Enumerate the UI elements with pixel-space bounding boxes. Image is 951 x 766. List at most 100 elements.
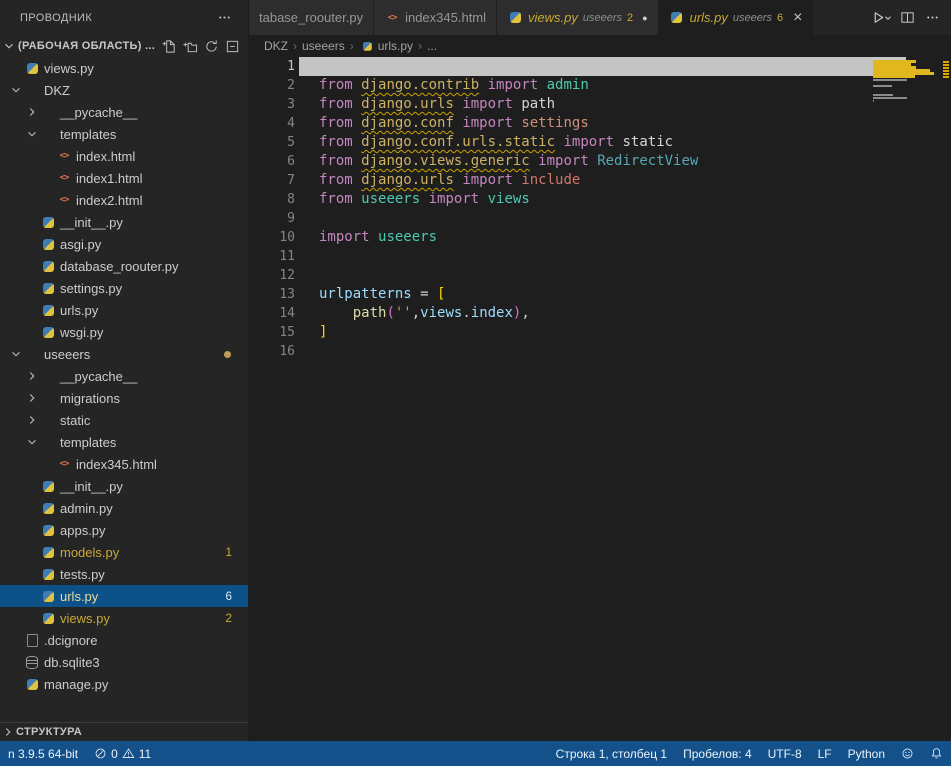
minimap[interactable]	[873, 57, 941, 105]
chevron-down-icon	[24, 434, 40, 450]
tree-item-settings.py[interactable]: settings.py	[0, 277, 248, 299]
explorer-more-actions-icon[interactable]	[214, 8, 234, 28]
code-line-15[interactable]: 15]	[249, 323, 951, 342]
tree-item-asgi.py[interactable]: asgi.py	[0, 233, 248, 255]
tab-label: views.py	[528, 10, 578, 25]
code-line-2[interactable]: 2from django.contrib import admin	[249, 76, 951, 95]
status-problems[interactable]: 011	[86, 741, 159, 766]
tree-item-urls.py[interactable]: urls.py6	[0, 585, 248, 607]
more-editor-actions-icon[interactable]	[921, 7, 943, 29]
html-file-icon: <>	[384, 10, 400, 26]
breadcrumb-item[interactable]: DKZ	[264, 39, 288, 53]
tree-item-DKZ[interactable]: DKZ	[0, 79, 248, 101]
twistie-slot	[24, 236, 40, 252]
folder-icon-slot	[40, 412, 56, 428]
tree-item-__pycache__[interactable]: __pycache__	[0, 101, 248, 123]
status-feedback-icon[interactable]	[893, 741, 922, 766]
tab-label: urls.py	[690, 10, 728, 25]
tree-item-useeers[interactable]: useeers	[0, 343, 248, 365]
file-label: manage.py	[44, 677, 108, 692]
tab-urls.py[interactable]: urls.pyuseeers6×	[659, 0, 814, 35]
twistie-slot	[24, 610, 40, 626]
tree-item-templates[interactable]: templates	[0, 123, 248, 145]
file-label: __pycache__	[60, 105, 137, 120]
line-number: 12	[249, 266, 295, 285]
tree-item-__pycache__[interactable]: __pycache__	[0, 365, 248, 387]
outline-section-header[interactable]: СТРУКТУРА	[0, 722, 248, 741]
code-line-7[interactable]: 7from django.urls import include	[249, 171, 951, 190]
tree-item-wsgi.py[interactable]: wsgi.py	[0, 321, 248, 343]
code-line-16[interactable]: 16	[249, 342, 951, 361]
status-language-mode[interactable]: Python	[840, 741, 893, 766]
code-line-11[interactable]: 11	[249, 247, 951, 266]
status-cursor-position[interactable]: Строка 1, столбец 1	[548, 741, 675, 766]
new-file-icon[interactable]	[159, 36, 179, 56]
problems-badge: 6	[225, 589, 232, 603]
folder-icon-slot	[40, 126, 56, 142]
code-line-5[interactable]: 5from django.conf.urls.static import sta…	[249, 133, 951, 152]
file-label: __init__.py	[60, 215, 123, 230]
tree-item-__init__.py[interactable]: __init__.py	[0, 475, 248, 497]
collapse-folders-icon[interactable]	[222, 36, 242, 56]
tree-item-__init__.py[interactable]: __init__.py	[0, 211, 248, 233]
tree-item-static[interactable]: static	[0, 409, 248, 431]
breadcrumb-item[interactable]: ...	[427, 39, 437, 53]
file-label: templates	[60, 435, 116, 450]
code-line-8[interactable]: 8from useeers import views	[249, 190, 951, 209]
breadcrumb-item[interactable]: useeers	[302, 39, 345, 53]
line-content: from django.views.generic import Redirec…	[319, 153, 698, 169]
code-line-6[interactable]: 6from django.views.generic import Redire…	[249, 152, 951, 171]
workspace-actions	[159, 36, 242, 56]
tree-item-views.py[interactable]: views.py2	[0, 607, 248, 629]
file-label: __pycache__	[60, 369, 137, 384]
tree-item-database_roouter.py[interactable]: database_roouter.py	[0, 255, 248, 277]
twistie-slot	[24, 302, 40, 318]
tree-item-models.py[interactable]: models.py1	[0, 541, 248, 563]
run-python-file-icon[interactable]	[871, 7, 893, 29]
refresh-explorer-icon[interactable]	[201, 36, 221, 56]
tree-item-migrations[interactable]: migrations	[0, 387, 248, 409]
file-label: index1.html	[76, 171, 142, 186]
tree-item-index1.html[interactable]: <>index1.html	[0, 167, 248, 189]
tree-item-apps.py[interactable]: apps.py	[0, 519, 248, 541]
tab-views.py[interactable]: views.pyuseeers2●	[497, 0, 659, 35]
code-line-3[interactable]: 3from django.urls import path	[249, 95, 951, 114]
code-line-4[interactable]: 4from django.conf import settings	[249, 114, 951, 133]
code-line-14[interactable]: 14 path('',views.index),	[249, 304, 951, 323]
tree-item-views.py[interactable]: views.py	[0, 57, 248, 79]
close-tab-icon[interactable]: ×	[793, 10, 802, 26]
split-editor-icon[interactable]	[896, 7, 918, 29]
line-content: from django.urls import path	[319, 96, 555, 112]
python-file-icon	[24, 676, 40, 692]
code-line-12[interactable]: 12	[249, 266, 951, 285]
status-eol[interactable]: LF	[810, 741, 840, 766]
code-line-9[interactable]: 9	[249, 209, 951, 228]
status-indentation[interactable]: Пробелов: 4	[675, 741, 760, 766]
tree-item-templates[interactable]: templates	[0, 431, 248, 453]
breadcrumb-item[interactable]: urls.py	[359, 38, 413, 54]
chevron-down-icon	[24, 126, 40, 142]
database-file-icon	[24, 654, 40, 670]
tree-item-index345.html[interactable]: <>index345.html	[0, 453, 248, 475]
problems-badge: 1	[225, 545, 232, 559]
tab-tabase_roouter.py[interactable]: tabase_roouter.py	[249, 0, 374, 35]
tab-index345.html[interactable]: <>index345.html	[374, 0, 497, 35]
status-python-version[interactable]: n 3.9.5 64-bit	[0, 741, 86, 766]
chevron-right-icon	[24, 412, 40, 428]
code-line-13[interactable]: 13urlpatterns = [	[249, 285, 951, 304]
tree-item-tests.py[interactable]: tests.py	[0, 563, 248, 585]
tree-item-db.sqlite3[interactable]: db.sqlite3	[0, 651, 248, 673]
code-line-1[interactable]: 1	[249, 57, 951, 76]
tree-item-manage.py[interactable]: manage.py	[0, 673, 248, 695]
status-notifications-icon[interactable]	[922, 741, 951, 766]
tree-item-admin.py[interactable]: admin.py	[0, 497, 248, 519]
new-folder-icon[interactable]	[180, 36, 200, 56]
status-encoding[interactable]: UTF-8	[760, 741, 810, 766]
tree-item-urls.py[interactable]: urls.py	[0, 299, 248, 321]
workspace-section-header[interactable]: (РАБОЧАЯ ОБЛАСТЬ) ...	[0, 35, 248, 57]
code-line-10[interactable]: 10import useeers	[249, 228, 951, 247]
tree-item-.dcignore[interactable]: .dcignore	[0, 629, 248, 651]
tree-item-index.html[interactable]: <>index.html	[0, 145, 248, 167]
tree-item-index2.html[interactable]: <>index2.html	[0, 189, 248, 211]
code-editor[interactable]: 12from django.contrib import admin3from …	[249, 57, 951, 741]
